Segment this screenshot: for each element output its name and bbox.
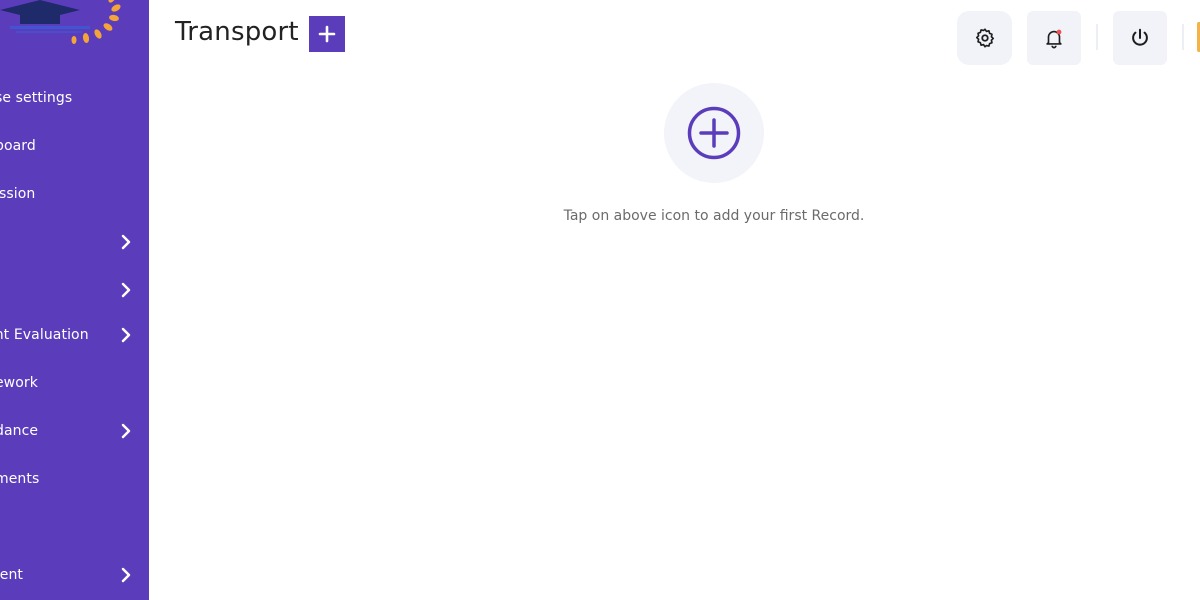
sidebar-item-attendance[interactable]: ndance: [0, 415, 146, 447]
chevron-right-icon: [121, 567, 131, 583]
sidebar-item-label: hboard: [0, 138, 36, 154]
logout-button[interactable]: [1113, 11, 1167, 65]
sidebar-item-label: nework: [0, 375, 38, 391]
header-divider: [1096, 24, 1098, 50]
header-divider: [1182, 24, 1184, 50]
sidebar-item-label: nse settings: [0, 90, 73, 106]
bell-icon: [1046, 29, 1062, 49]
chevron-right-icon: [121, 234, 131, 250]
chevron-right-icon: [121, 423, 131, 439]
sidebar-item-5[interactable]: s: [0, 274, 146, 306]
power-icon: [1132, 28, 1148, 46]
sidebar-item-dashboard[interactable]: hboard: [0, 130, 146, 162]
sidebar-item-admission[interactable]: nission: [0, 178, 146, 210]
sidebar-item-label: re: [0, 519, 146, 535]
sidebar-item-documents[interactable]: uments: [0, 463, 146, 495]
school-logo[interactable]: [0, 0, 130, 48]
sidebar-item-student-evaluation[interactable]: ent Evaluation: [0, 319, 146, 351]
sidebar-item-label: nission: [0, 186, 36, 202]
chevron-right-icon: [121, 282, 131, 298]
notifications-button[interactable]: [1027, 11, 1081, 65]
plus-circle-icon: [687, 106, 741, 160]
sidebar-item-4[interactable]: s: [0, 226, 146, 258]
sidebar-item-homework[interactable]: nework: [0, 367, 146, 399]
add-first-record-button[interactable]: [664, 83, 764, 183]
empty-state-message: Tap on above icon to add your first Reco…: [563, 208, 865, 224]
sidebar-item-11[interactable]: re: [0, 511, 146, 543]
sidebar-item-label: uments: [0, 471, 40, 487]
page-title: Transport: [175, 17, 299, 47]
plus-icon: [318, 25, 336, 43]
sidebar-item-12[interactable]: ment: [0, 559, 146, 591]
settings-button[interactable]: [957, 11, 1012, 65]
gear-icon: [975, 28, 994, 48]
sidebar: nse settings hboard nission s s ent Eval…: [0, 0, 149, 600]
add-transport-button[interactable]: [309, 16, 345, 52]
notification-dot: [1056, 29, 1062, 35]
sidebar-item-license-settings[interactable]: nse settings: [0, 82, 146, 114]
chevron-right-icon: [121, 327, 131, 343]
